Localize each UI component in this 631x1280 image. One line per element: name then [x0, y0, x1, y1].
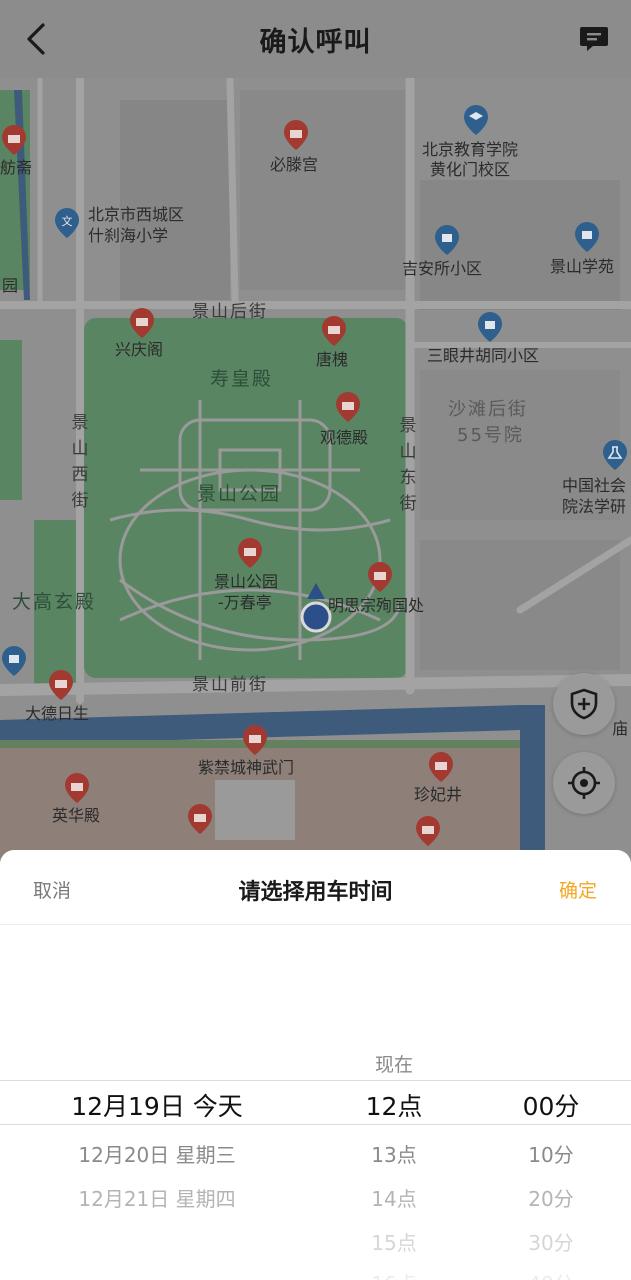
map-label: 景山公园 — [214, 572, 279, 591]
residential-pin-icon — [478, 312, 502, 342]
map-label: 必滕宫 — [270, 155, 319, 174]
minute-option[interactable]: 30分 — [528, 1227, 573, 1256]
shield-plus-icon — [570, 688, 598, 720]
map-label: 三眼井胡同小区 — [427, 346, 540, 365]
message-button[interactable] — [578, 22, 610, 54]
map-label: 寿皇殿 — [210, 368, 274, 390]
map-label: 庙 — [612, 719, 629, 738]
poi-pin-icon — [368, 562, 392, 592]
map-label: 珍妃井 — [414, 785, 463, 804]
map-view[interactable]: 文 舫斋 必滕宫 北京教育学院 黄化门校区 北京市西城区 什刹海小学 园 吉安所… — [0, 78, 631, 858]
page-title: 确认呼叫 — [259, 27, 372, 58]
day-option[interactable]: 12月21日 星期四 — [78, 1183, 235, 1212]
map-label: 园 — [2, 276, 19, 295]
map-label: 兴庆阁 — [115, 340, 164, 359]
residential-pin-icon — [2, 646, 26, 676]
sheet-title: 请选择用车时间 — [238, 880, 393, 905]
hour-option[interactable]: 13点 — [371, 1139, 416, 1168]
residential-pin-icon — [435, 225, 459, 255]
poi-pin-icon — [65, 773, 89, 803]
map-label: 景山学苑 — [550, 257, 615, 276]
time-picker-sheet: 取消 请选择用车时间 确定 12月19日 今天 12月20日 星期三 12月21… — [0, 850, 631, 1280]
minute-option-selected[interactable]: 00分 — [523, 1087, 580, 1123]
hour-option[interactable]: 14点 — [371, 1183, 416, 1212]
hour-option[interactable]: 16点 — [371, 1268, 416, 1280]
map-label: 观德殿 — [320, 428, 369, 447]
road-label: 景山东街 — [399, 416, 417, 514]
science-pin-icon — [603, 440, 627, 470]
school-pin-icon: 文 — [55, 208, 79, 238]
map-label: 明思宗殉国处 — [328, 596, 425, 615]
map-label: 55号院 — [457, 425, 524, 446]
map-label: 院法学研 — [562, 497, 627, 516]
hour-option[interactable]: 15点 — [371, 1227, 416, 1256]
school-pin-icon — [464, 105, 488, 135]
poi-pin-icon — [336, 392, 360, 422]
map-label: 紫禁城神武门 — [198, 758, 295, 777]
map-label: 中国社会 — [562, 476, 627, 495]
poi-pin-icon — [2, 125, 26, 155]
day-option[interactable]: 12月20日 星期三 — [78, 1139, 235, 1168]
crosshair-icon — [568, 767, 600, 799]
minute-option[interactable]: 40分 — [528, 1268, 573, 1280]
map-label: 什刹海小学 — [88, 226, 169, 245]
road-label: 景山西街 — [71, 413, 89, 511]
minute-option[interactable]: 20分 — [528, 1183, 573, 1212]
map-label: 舫斋 — [0, 158, 33, 177]
map-label: 沙滩后街 — [448, 399, 528, 420]
map-label: 大高玄殿 — [12, 591, 97, 613]
locate-me-button[interactable] — [553, 752, 615, 814]
residential-pin-icon — [575, 222, 599, 252]
hour-option-selected[interactable]: 12点 — [366, 1087, 423, 1123]
day-option-selected[interactable]: 12月19日 今天 — [71, 1087, 243, 1123]
safety-center-button[interactable] — [553, 673, 615, 735]
map-label: 英华殿 — [52, 806, 101, 825]
road-label: 景山后街 — [192, 302, 268, 322]
minute-option[interactable]: 10分 — [528, 1139, 573, 1168]
message-icon — [580, 27, 608, 51]
poi-pin-icon — [243, 725, 267, 755]
map-label: 北京教育学院 — [422, 140, 519, 159]
poi-pin-icon — [322, 316, 346, 346]
top-bar: 确认呼叫 — [0, 0, 631, 78]
sheet-header: 取消 请选择用车时间 确定 — [0, 850, 631, 925]
poi-pin-icon — [238, 538, 262, 568]
map-label: 景山公园 — [197, 483, 282, 505]
map-label: 黄化门校区 — [430, 160, 511, 179]
poi-pin-icon — [188, 804, 212, 834]
map-label: 唐槐 — [316, 350, 349, 369]
poi-pin-icon — [284, 120, 308, 150]
map-label: 吉安所小区 — [402, 259, 483, 278]
hour-option[interactable]: 现在 — [375, 1050, 413, 1077]
poi-pin-icon — [130, 308, 154, 338]
poi-pin-icon — [429, 752, 453, 782]
confirm-button[interactable]: 确定 — [559, 876, 597, 903]
poi-pin-icon — [49, 670, 73, 700]
map-label: -万春亭 — [218, 593, 272, 612]
road-label: 景山前街 — [192, 675, 268, 695]
map-background — [0, 78, 631, 858]
poi-pin-icon — [416, 816, 440, 846]
map-label: 北京市西城区 — [88, 205, 185, 224]
map-label: 大德日生 — [25, 704, 90, 723]
svg-text:文: 文 — [62, 214, 73, 228]
